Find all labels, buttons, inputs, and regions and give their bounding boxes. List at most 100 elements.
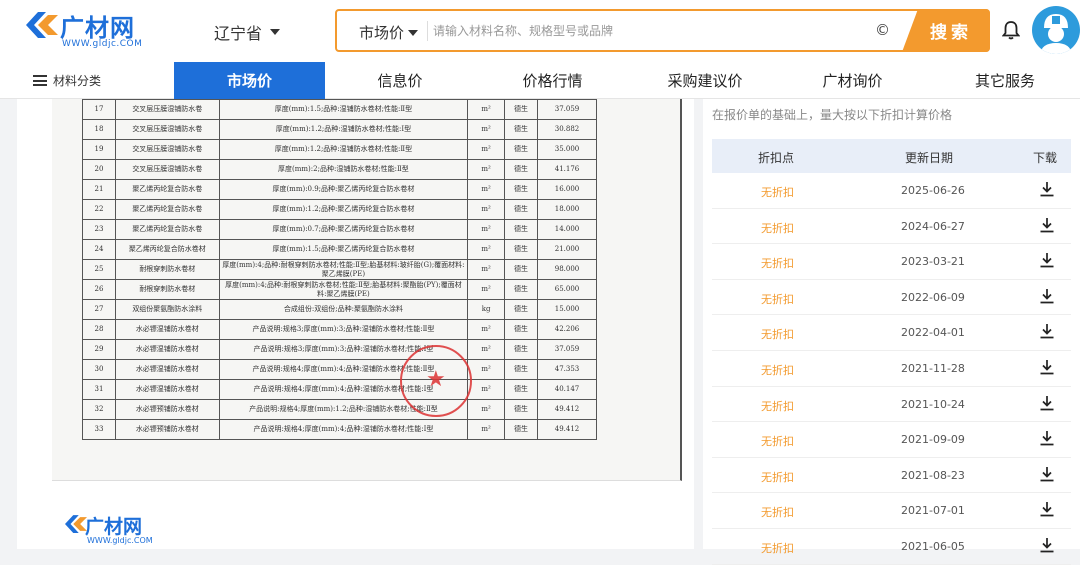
- row-number: 30: [82, 359, 116, 380]
- search-divider: [427, 21, 428, 41]
- material-name: 水必镖湿铺防水卷材: [114, 339, 220, 360]
- unit: m²: [467, 279, 506, 300]
- download-icon[interactable]: [1039, 252, 1055, 268]
- material-name: 水必镖湿铺防水卷材: [114, 359, 220, 380]
- update-date: 2022-04-01: [901, 326, 965, 340]
- table-row: 33 水必镖预铺防水卷材 产品说明:规格4;厚度(mm):4;品种:湿铺防水卷材;性…: [82, 419, 597, 440]
- download-icon[interactable]: [1039, 359, 1055, 375]
- material-spec: 厚度(mm):0.9;品种:聚乙烯丙纶复合防水卷材: [218, 179, 469, 200]
- tab-price-trend[interactable]: 价格行情: [490, 62, 615, 99]
- unit: m²: [467, 339, 506, 360]
- brand: 德生: [504, 239, 539, 260]
- tab-market-price[interactable]: 市场价: [174, 62, 325, 99]
- province-label: 辽宁省: [214, 24, 263, 43]
- material-spec: 厚度(mm):2;品种:湿铺防水卷材;性能:Ⅱ型: [218, 159, 469, 180]
- table-row: 19 交叉层压膜湿铺防水卷 厚度(mm):1.2;品种:湿铺防水卷材;性能:Ⅱ型 m²…: [82, 139, 597, 160]
- material-name: 水必镖湿铺防水卷材: [114, 379, 220, 400]
- list-item: 无折扣 2022-04-01: [712, 315, 1071, 351]
- tab-other-services[interactable]: 其它服务: [955, 62, 1055, 99]
- avatar[interactable]: [1032, 6, 1080, 54]
- footer-logo: 广材网 WWW.gldjc.COM: [65, 512, 175, 552]
- brand: 德生: [504, 339, 539, 360]
- material-spec: 厚度(mm):1.2;品种:湿铺防水卷材;性能:Ⅱ型: [218, 139, 469, 160]
- site-logo[interactable]: 广材网 WWW.gldjc.COM: [26, 8, 156, 54]
- list-item: 无折扣 2021-08-23: [712, 458, 1071, 494]
- price: 49.412: [537, 399, 597, 420]
- discount-value: 无折扣: [761, 257, 794, 271]
- material-name: 水必镖预铺防水卷材: [114, 399, 220, 420]
- download-icon[interactable]: [1039, 217, 1055, 233]
- row-number: 28: [82, 319, 116, 340]
- bell-icon[interactable]: [1002, 20, 1020, 40]
- price: 47.353: [537, 359, 597, 380]
- brand: 德生: [504, 159, 539, 180]
- price: 98.000: [537, 259, 597, 280]
- discount-value: 无折扣: [761, 506, 794, 520]
- row-number: 19: [82, 139, 116, 160]
- discount-value: 无折扣: [761, 221, 794, 235]
- row-number: 17: [82, 99, 116, 120]
- row-number: 23: [82, 219, 116, 240]
- download-icon[interactable]: [1039, 181, 1055, 197]
- download-icon[interactable]: [1039, 537, 1055, 553]
- update-date: 2021-06-05: [901, 540, 965, 553]
- unit: m²: [467, 319, 506, 340]
- table-row: 32 水必镖预铺防水卷材 产品说明:规格4;厚度(mm):1.2;品种:湿铺防水卷材…: [82, 399, 597, 420]
- row-number: 26: [82, 279, 116, 300]
- document-panel: 17 交叉层压膜湿铺防水卷 厚度(mm):1.5;品种:湿铺防水卷材;性能:Ⅱ型 m²…: [17, 99, 694, 549]
- brand: 德生: [504, 419, 539, 440]
- table-row: 25 耐根穿刺防水卷材 厚度(mm):4;品种:耐根穿刺防水卷材;性能:Ⅱ型;胎基材…: [82, 259, 597, 280]
- logo-mark-icon: [65, 515, 87, 533]
- unit: m²: [467, 239, 506, 260]
- download-icon[interactable]: [1039, 288, 1055, 304]
- brand: 德生: [504, 299, 539, 320]
- row-number: 20: [82, 159, 116, 180]
- material-spec: 厚度(mm):4;品种:耐根穿刺防水卷材;性能:Ⅱ型;胎基材料:玻纤胎(G);覆…: [218, 259, 469, 280]
- unit: m²: [467, 219, 506, 240]
- discount-panel: 在报价单的基础上，量大按以下折扣计算价格 折扣点 更新日期 下载 无折扣 2025…: [703, 99, 1080, 565]
- download-icon[interactable]: [1039, 430, 1055, 446]
- download-icon[interactable]: [1039, 395, 1055, 411]
- material-spec: 产品说明:规格3;厚度(mm):3;品种:湿铺防水卷材;性能:Ⅱ型: [218, 319, 469, 340]
- update-date: 2021-07-01: [901, 504, 965, 518]
- discount-value: 无折扣: [761, 435, 794, 449]
- unit: m²: [467, 159, 506, 180]
- tab-inquiry[interactable]: 广材询价: [800, 62, 905, 99]
- discount-value: 无折扣: [761, 470, 794, 484]
- download-icon[interactable]: [1039, 501, 1055, 517]
- table-row: 22 聚乙烯丙纶复合防水卷 厚度(mm):1.2;品种:聚乙烯丙纶复合防水卷材 m² 德…: [82, 199, 597, 220]
- logo-url: WWW.gldjc.COM: [62, 39, 143, 49]
- material-name: 耐根穿刺防水卷材: [114, 279, 220, 300]
- row-number: 32: [82, 399, 116, 420]
- discount-hint: 在报价单的基础上，量大按以下折扣计算价格: [712, 108, 953, 122]
- unit: m²: [467, 399, 506, 420]
- footer-logo-url: WWW.gldjc.COM: [87, 536, 153, 545]
- price: 49.412: [537, 419, 597, 440]
- tab-info-price[interactable]: 信息价: [340, 62, 460, 99]
- search-type-dropdown[interactable]: 市场价: [359, 22, 419, 43]
- chevron-down-icon: [270, 29, 281, 35]
- search-button[interactable]: 搜索: [902, 9, 990, 52]
- download-icon[interactable]: [1039, 323, 1055, 339]
- price: 14.000: [537, 219, 597, 240]
- search-bar: 市场价 © 搜索: [335, 9, 990, 52]
- discount-table-header: 折扣点 更新日期 下载: [712, 139, 1071, 173]
- material-spec: 合成组份:双组份;品种:聚氨酯防水涂料: [218, 299, 469, 320]
- update-date: 2021-11-28: [901, 362, 965, 375]
- brand: 德生: [504, 359, 539, 380]
- material-spec: 厚度(mm):1.5;品种:聚乙烯丙纶复合防水卷材: [218, 239, 469, 260]
- material-spec: 厚度(mm):1.2;品种:湿铺防水卷材;性能:Ⅰ型: [218, 119, 469, 140]
- row-number: 22: [82, 199, 116, 220]
- price: 65.000: [537, 279, 597, 300]
- province-selector[interactable]: 辽宁省: [214, 20, 281, 44]
- tab-purchase-advice[interactable]: 采购建议价: [650, 62, 760, 99]
- search-input[interactable]: [433, 19, 863, 43]
- discount-value: 无折扣: [761, 399, 794, 413]
- download-icon[interactable]: [1039, 466, 1055, 482]
- table-row: 24 聚乙烯丙纶复合防水卷材 厚度(mm):1.5;品种:聚乙烯丙纶复合防水卷材 m²…: [82, 239, 597, 260]
- material-name: 交叉层压膜湿铺防水卷: [114, 119, 220, 140]
- copyright-icon[interactable]: ©: [875, 21, 890, 39]
- table-row: 18 交叉层压膜湿铺防水卷 厚度(mm):1.2;品种:湿铺防水卷材;性能:Ⅰ型 m²…: [82, 119, 597, 140]
- material-spec: 产品说明:规格4;厚度(mm):4;品种:湿铺防水卷材;性能:Ⅰ型: [218, 419, 469, 440]
- category-menu[interactable]: 材料分类: [33, 72, 101, 89]
